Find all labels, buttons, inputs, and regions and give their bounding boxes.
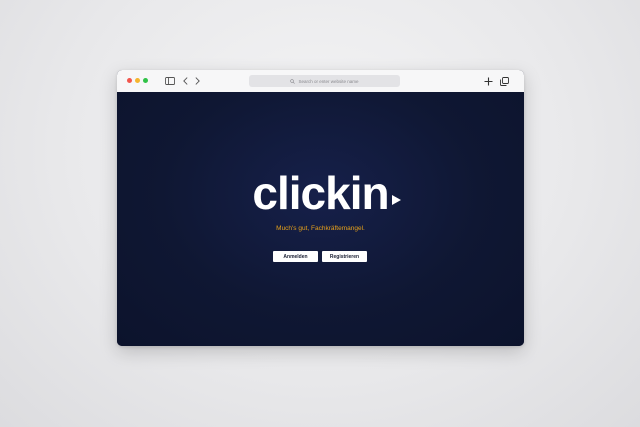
maximize-window-button[interactable] — [143, 78, 148, 83]
tagline: Much's gut, Fachkräftemangel. — [276, 225, 365, 232]
forward-icon[interactable] — [193, 75, 201, 87]
address-bar[interactable]: Search or enter website name — [249, 75, 400, 87]
login-button[interactable]: Anmelden — [273, 251, 318, 262]
new-tab-icon[interactable] — [483, 75, 493, 87]
page-content: clickin Much's gut, Fachkräftemangel. An… — [117, 92, 524, 346]
search-icon — [290, 78, 296, 84]
back-icon[interactable] — [181, 75, 189, 87]
address-placeholder: Search or enter website name — [298, 78, 359, 84]
logo-text: clickin — [252, 167, 389, 219]
browser-window: Search or enter website name clickin Muc… — [117, 70, 524, 346]
tabs-overview-icon[interactable] — [499, 75, 509, 87]
brand-logo: clickin — [117, 170, 524, 216]
register-button[interactable]: Registrieren — [322, 251, 367, 262]
sidebar-icon[interactable] — [164, 75, 175, 87]
play-arrow-icon — [391, 166, 401, 212]
minimize-window-button[interactable] — [135, 78, 140, 83]
close-window-button[interactable] — [127, 78, 132, 83]
browser-toolbar: Search or enter website name — [117, 70, 524, 93]
